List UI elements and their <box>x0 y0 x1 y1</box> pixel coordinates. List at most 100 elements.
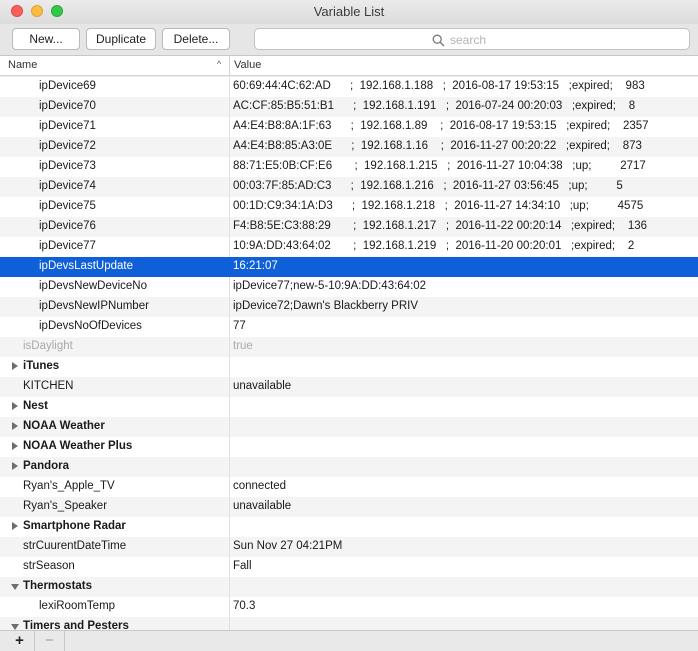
column-divider[interactable] <box>229 56 230 76</box>
variable-name: isDaylight <box>23 340 73 352</box>
group-row[interactable]: NOAA Weather <box>0 417 698 437</box>
variable-value: 16:21:07 <box>233 260 278 272</box>
group-name: iTunes <box>23 360 60 372</box>
column-divider <box>229 337 230 357</box>
remove-variable-button[interactable]: − <box>35 631 65 651</box>
group-name: Nest <box>23 400 48 412</box>
column-divider <box>229 317 230 337</box>
table-row[interactable]: isDaylight true <box>0 337 698 357</box>
column-header-value[interactable]: Value <box>234 59 261 71</box>
column-divider <box>229 237 230 257</box>
disclosure-collapsed-icon[interactable] <box>12 402 18 410</box>
table-row[interactable]: ipDevsNoOfDevices 77 <box>0 317 698 337</box>
variable-name: ipDevice75 <box>39 200 96 212</box>
column-divider <box>229 157 230 177</box>
table-row[interactable]: ipDevsLastUpdate 16:21:07 <box>0 257 698 277</box>
column-divider <box>229 297 230 317</box>
variable-name: ipDevice76 <box>39 220 96 232</box>
variable-value: ipDevice77;new-5-10:9A:DD:43:64:02 <box>233 280 427 292</box>
column-divider <box>229 257 230 277</box>
delete-button[interactable]: Delete... <box>162 28 230 50</box>
duplicate-button[interactable]: Duplicate <box>86 28 156 50</box>
add-variable-button[interactable]: + <box>5 631 35 651</box>
column-divider <box>229 377 230 397</box>
column-divider <box>229 577 230 597</box>
column-divider <box>229 517 230 537</box>
variable-value: A4:E4:B8:85:A3:0E ; 192.168.1.16 ; 2016-… <box>233 140 642 152</box>
table-row[interactable]: lexiRoomTemp 70.3 <box>0 597 698 617</box>
new-button[interactable]: New... <box>12 28 80 50</box>
table-row[interactable]: ipDevsNewDeviceNo ipDevice77;new-5-10:9A:… <box>0 277 698 297</box>
group-name: Smartphone Radar <box>23 520 126 532</box>
group-row[interactable]: Thermostats <box>0 577 698 597</box>
column-divider <box>229 597 230 617</box>
search-field[interactable]: search <box>254 28 690 50</box>
table-row[interactable]: ipDevice77 10:9A:DD:43:64:02 ; 192.168.1.… <box>0 237 698 257</box>
variable-name: ipDevice72 <box>39 140 96 152</box>
group-name: NOAA Weather Plus <box>23 440 133 452</box>
column-divider <box>229 397 230 417</box>
column-divider <box>229 97 230 117</box>
column-divider <box>229 557 230 577</box>
variable-value: 00:03:7F:85:AD:C3 ; 192.168.1.216 ; 2016… <box>233 180 623 192</box>
disclosure-collapsed-icon[interactable] <box>12 522 18 530</box>
variable-value: 88:71:E5:0B:CF:E6 ; 192.168.1.215 ; 2016… <box>233 160 646 172</box>
variable-value: 77 <box>233 320 246 332</box>
variable-value: connected <box>233 480 287 492</box>
table-row[interactable]: ipDevice69 60:69:44:4C:62:AD ; 192.168.1.… <box>0 77 698 97</box>
table-row[interactable]: ipDevice71 A4:E4:B8:8A:1F:63 ; 192.168.1.… <box>0 117 698 137</box>
window-title: Variable List <box>313 4 385 19</box>
variable-name: ipDevsNewIPNumber <box>39 300 149 312</box>
group-row[interactable]: Timers and Pesters <box>0 617 698 630</box>
column-divider <box>229 277 230 297</box>
variable-value: ipDevice72;Dawn's Blackberry PRIV <box>233 300 418 312</box>
group-row[interactable]: Nest <box>0 397 698 417</box>
disclosure-collapsed-icon[interactable] <box>12 442 18 450</box>
column-divider <box>229 497 230 517</box>
group-name: Pandora <box>23 460 70 472</box>
table-row[interactable]: KITCHEN unavailable <box>0 377 698 397</box>
variable-name: ipDevsLastUpdate <box>39 260 133 272</box>
variable-name: ipDevice74 <box>39 180 96 192</box>
variable-value: Fall <box>233 560 252 572</box>
disclosure-collapsed-icon[interactable] <box>12 362 18 370</box>
column-divider <box>229 357 230 377</box>
variable-name: ipDevice69 <box>39 80 96 92</box>
table-row[interactable]: ipDevice72 A4:E4:B8:85:A3:0E ; 192.168.1.… <box>0 137 698 157</box>
variable-name: Ryan's_Apple_TV <box>23 480 115 492</box>
table-row[interactable]: ipDevsNewIPNumber ipDevice72;Dawn's Black… <box>0 297 698 317</box>
bottom-bar: + − <box>0 630 698 651</box>
table-row[interactable]: ipDevice70 AC:CF:85:B5:51:B1 ; 192.168.1.… <box>0 97 698 117</box>
table-row[interactable]: strSeason Fall <box>0 557 698 577</box>
disclosure-collapsed-icon[interactable] <box>12 422 18 430</box>
variable-name: strSeason <box>23 560 75 572</box>
disclosure-expanded-icon[interactable] <box>11 584 19 590</box>
column-divider <box>229 77 230 97</box>
group-row[interactable]: Pandora <box>0 457 698 477</box>
table-row[interactable]: ipDevice73 88:71:E5:0B:CF:E6 ; 192.168.1.… <box>0 157 698 177</box>
variable-value: 10:9A:DD:43:64:02 ; 192.168.1.219 ; 2016… <box>233 240 635 252</box>
variable-value: F4:B8:5E:C3:88:29 ; 192.168.1.217 ; 2016… <box>233 220 648 232</box>
variable-name: ipDevice73 <box>39 160 96 172</box>
column-divider <box>229 477 230 497</box>
variable-name: ipDevice77 <box>39 240 96 252</box>
table-row[interactable]: Ryan's_Speaker unavailable <box>0 497 698 517</box>
table-row[interactable]: ipDevice74 00:03:7F:85:AD:C3 ; 192.168.1.… <box>0 177 698 197</box>
column-divider <box>229 457 230 477</box>
group-row[interactable]: Smartphone Radar <box>0 517 698 537</box>
disclosure-collapsed-icon[interactable] <box>12 462 18 470</box>
table-row[interactable]: ipDevice75 00:1D:C9:34:1A:D3 ; 192.168.1.… <box>0 197 698 217</box>
sort-ascending-icon: ^ <box>217 59 222 69</box>
column-divider <box>229 617 230 630</box>
table-row[interactable]: strCuurentDateTime Sun Nov 27 04:21PM <box>0 537 698 557</box>
table-row[interactable]: Ryan's_Apple_TV connected <box>0 477 698 497</box>
table-row[interactable]: ipDevice76 F4:B8:5E:C3:88:29 ; 192.168.1.… <box>0 217 698 237</box>
group-row[interactable]: iTunes <box>0 357 698 377</box>
column-divider <box>229 537 230 557</box>
variable-table: ipDevice69 60:69:44:4C:62:AD ; 192.168.1.… <box>0 77 698 630</box>
variable-name: strCuurentDateTime <box>23 540 127 552</box>
column-header-name[interactable]: Name <box>8 59 37 71</box>
group-name: Thermostats <box>23 580 93 592</box>
group-row[interactable]: NOAA Weather Plus <box>0 437 698 457</box>
variable-name: ipDevsNewDeviceNo <box>39 280 148 292</box>
